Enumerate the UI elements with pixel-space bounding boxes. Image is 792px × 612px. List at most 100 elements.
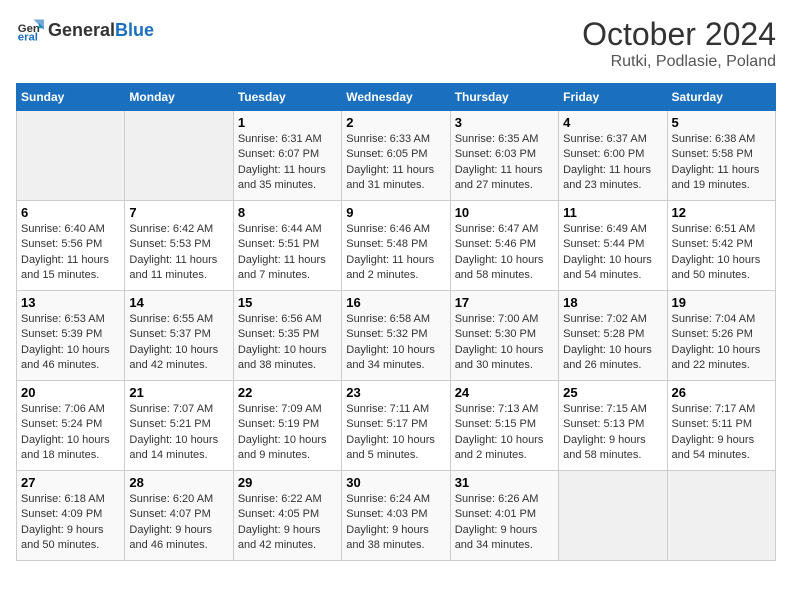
day-info: Sunrise: 7:06 AMSunset: 5:24 PMDaylight:… <box>21 402 120 464</box>
calendar-cell: 3 Sunrise: 6:35 AMSunset: 6:03 PMDaylight… <box>450 111 558 201</box>
day-info: Sunrise: 7:15 AMSunset: 5:13 PMDaylight:… <box>563 402 662 464</box>
svg-text:eral: eral <box>18 32 38 44</box>
day-number: 18 <box>563 295 662 310</box>
day-number: 22 <box>238 385 337 400</box>
day-number: 5 <box>672 115 771 130</box>
calendar-cell: 10Sunrise: 6:47 AMSunset: 5:46 PMDayligh… <box>450 201 558 291</box>
calendar-cell: 25 Sunrise: 7:15 AMSunset: 5:13 PMDayligh… <box>559 381 667 471</box>
calendar-cell: 29Sunrise: 6:22 AMSunset: 4:05 PMDayligh… <box>233 471 341 561</box>
calendar-cell: 21 Sunrise: 7:07 AMSunset: 5:21 PMDayligh… <box>125 381 233 471</box>
header-saturday: Saturday <box>667 84 775 111</box>
day-number: 30 <box>346 475 445 490</box>
day-number: 21 <box>129 385 228 400</box>
calendar-cell: 13Sunrise: 6:53 AMSunset: 5:39 PMDayligh… <box>17 291 125 381</box>
day-number: 1 <box>238 115 337 130</box>
day-info: Sunrise: 6:35 AMSunset: 6:03 PMDaylight:… <box>455 132 554 194</box>
calendar-cell: 22 Sunrise: 7:09 AMSunset: 5:19 PMDayligh… <box>233 381 341 471</box>
calendar-cell: 27 Sunrise: 6:18 AMSunset: 4:09 PMDayligh… <box>17 471 125 561</box>
header-wednesday: Wednesday <box>342 84 450 111</box>
calendar-cell: 8 Sunrise: 6:44 AMSunset: 5:51 PMDaylight… <box>233 201 341 291</box>
day-info: Sunrise: 7:11 AMSunset: 5:17 PMDaylight:… <box>346 402 445 464</box>
calendar-cell: 23 Sunrise: 7:11 AMSunset: 5:17 PMDayligh… <box>342 381 450 471</box>
day-info: Sunrise: 6:44 AMSunset: 5:51 PMDaylight:… <box>238 222 337 284</box>
day-number: 9 <box>346 205 445 220</box>
calendar-cell: 19 Sunrise: 7:04 AMSunset: 5:26 PMDayligh… <box>667 291 775 381</box>
calendar-cell: 16 Sunrise: 6:58 AMSunset: 5:32 PMDayligh… <box>342 291 450 381</box>
day-number: 26 <box>672 385 771 400</box>
day-info: Sunrise: 6:40 AMSunset: 5:56 PMDaylight:… <box>21 222 120 284</box>
day-info: Sunrise: 7:00 AMSunset: 5:30 PMDaylight:… <box>455 312 554 374</box>
logo-blue: Blue <box>115 20 154 40</box>
day-info: Sunrise: 7:13 AMSunset: 5:15 PMDaylight:… <box>455 402 554 464</box>
title-block: October 2024 Rutki, Podlasie, Poland <box>582 16 776 71</box>
day-info: Sunrise: 6:33 AMSunset: 6:05 PMDaylight:… <box>346 132 445 194</box>
day-info: Sunrise: 7:04 AMSunset: 5:26 PMDaylight:… <box>672 312 771 374</box>
calendar-cell <box>667 471 775 561</box>
day-info: Sunrise: 6:42 AMSunset: 5:53 PMDaylight:… <box>129 222 228 284</box>
day-info: Sunrise: 6:20 AMSunset: 4:07 PMDaylight:… <box>129 492 228 554</box>
logo-general: General <box>48 20 115 40</box>
calendar-header-row: Sunday Monday Tuesday Wednesday Thursday… <box>17 84 776 111</box>
calendar-week-row: 13Sunrise: 6:53 AMSunset: 5:39 PMDayligh… <box>17 291 776 381</box>
header-thursday: Thursday <box>450 84 558 111</box>
calendar-week-row: 6 Sunrise: 6:40 AMSunset: 5:56 PMDaylight… <box>17 201 776 291</box>
day-info: Sunrise: 6:53 AMSunset: 5:39 PMDaylight:… <box>21 312 120 374</box>
day-info: Sunrise: 6:31 AMSunset: 6:07 PMDaylight:… <box>238 132 337 194</box>
calendar-cell: 11 Sunrise: 6:49 AMSunset: 5:44 PMDayligh… <box>559 201 667 291</box>
day-number: 24 <box>455 385 554 400</box>
day-number: 14 <box>129 295 228 310</box>
day-number: 15 <box>238 295 337 310</box>
day-number: 31 <box>455 475 554 490</box>
calendar-cell: 15Sunrise: 6:56 AMSunset: 5:35 PMDayligh… <box>233 291 341 381</box>
day-number: 17 <box>455 295 554 310</box>
calendar-cell: 12Sunrise: 6:51 AMSunset: 5:42 PMDayligh… <box>667 201 775 291</box>
header-sunday: Sunday <box>17 84 125 111</box>
calendar-cell: 5Sunrise: 6:38 AMSunset: 5:58 PMDaylight… <box>667 111 775 201</box>
day-number: 19 <box>672 295 771 310</box>
calendar-cell <box>125 111 233 201</box>
calendar-cell: 9Sunrise: 6:46 AMSunset: 5:48 PMDaylight… <box>342 201 450 291</box>
calendar-week-row: 1 Sunrise: 6:31 AMSunset: 6:07 PMDaylight… <box>17 111 776 201</box>
calendar-cell: 26 Sunrise: 7:17 AMSunset: 5:11 PMDayligh… <box>667 381 775 471</box>
calendar-cell: 7 Sunrise: 6:42 AMSunset: 5:53 PMDaylight… <box>125 201 233 291</box>
calendar-cell: 31 Sunrise: 6:26 AMSunset: 4:01 PMDayligh… <box>450 471 558 561</box>
calendar-cell: 1 Sunrise: 6:31 AMSunset: 6:07 PMDaylight… <box>233 111 341 201</box>
day-info: Sunrise: 6:18 AMSunset: 4:09 PMDaylight:… <box>21 492 120 554</box>
calendar-week-row: 27 Sunrise: 6:18 AMSunset: 4:09 PMDayligh… <box>17 471 776 561</box>
day-info: Sunrise: 6:26 AMSunset: 4:01 PMDaylight:… <box>455 492 554 554</box>
calendar-week-row: 20Sunrise: 7:06 AMSunset: 5:24 PMDayligh… <box>17 381 776 471</box>
day-number: 8 <box>238 205 337 220</box>
day-number: 23 <box>346 385 445 400</box>
calendar-cell: 14 Sunrise: 6:55 AMSunset: 5:37 PMDayligh… <box>125 291 233 381</box>
calendar-cell: 30 Sunrise: 6:24 AMSunset: 4:03 PMDayligh… <box>342 471 450 561</box>
day-number: 29 <box>238 475 337 490</box>
day-info: Sunrise: 7:09 AMSunset: 5:19 PMDaylight:… <box>238 402 337 464</box>
day-info: Sunrise: 6:51 AMSunset: 5:42 PMDaylight:… <box>672 222 771 284</box>
day-info: Sunrise: 6:37 AMSunset: 6:00 PMDaylight:… <box>563 132 662 194</box>
day-info: Sunrise: 6:55 AMSunset: 5:37 PMDaylight:… <box>129 312 228 374</box>
day-number: 27 <box>21 475 120 490</box>
day-number: 11 <box>563 205 662 220</box>
calendar-cell <box>559 471 667 561</box>
day-number: 6 <box>21 205 120 220</box>
calendar-cell: 2 Sunrise: 6:33 AMSunset: 6:05 PMDaylight… <box>342 111 450 201</box>
logo-icon: Gen eral <box>16 16 44 44</box>
day-info: Sunrise: 7:02 AMSunset: 5:28 PMDaylight:… <box>563 312 662 374</box>
day-number: 7 <box>129 205 228 220</box>
day-info: Sunrise: 6:58 AMSunset: 5:32 PMDaylight:… <box>346 312 445 374</box>
day-info: Sunrise: 7:17 AMSunset: 5:11 PMDaylight:… <box>672 402 771 464</box>
day-number: 2 <box>346 115 445 130</box>
day-number: 16 <box>346 295 445 310</box>
calendar-cell: 6 Sunrise: 6:40 AMSunset: 5:56 PMDaylight… <box>17 201 125 291</box>
day-info: Sunrise: 7:07 AMSunset: 5:21 PMDaylight:… <box>129 402 228 464</box>
day-info: Sunrise: 6:47 AMSunset: 5:46 PMDaylight:… <box>455 222 554 284</box>
calendar-cell: 17 Sunrise: 7:00 AMSunset: 5:30 PMDayligh… <box>450 291 558 381</box>
calendar-cell: 28Sunrise: 6:20 AMSunset: 4:07 PMDayligh… <box>125 471 233 561</box>
page-header: Gen eral GeneralBlue October 2024 Rutki,… <box>16 16 776 71</box>
calendar-cell: 4Sunrise: 6:37 AMSunset: 6:00 PMDaylight… <box>559 111 667 201</box>
day-info: Sunrise: 6:24 AMSunset: 4:03 PMDaylight:… <box>346 492 445 554</box>
day-number: 25 <box>563 385 662 400</box>
day-number: 3 <box>455 115 554 130</box>
day-info: Sunrise: 6:49 AMSunset: 5:44 PMDaylight:… <box>563 222 662 284</box>
calendar-cell: 24 Sunrise: 7:13 AMSunset: 5:15 PMDayligh… <box>450 381 558 471</box>
